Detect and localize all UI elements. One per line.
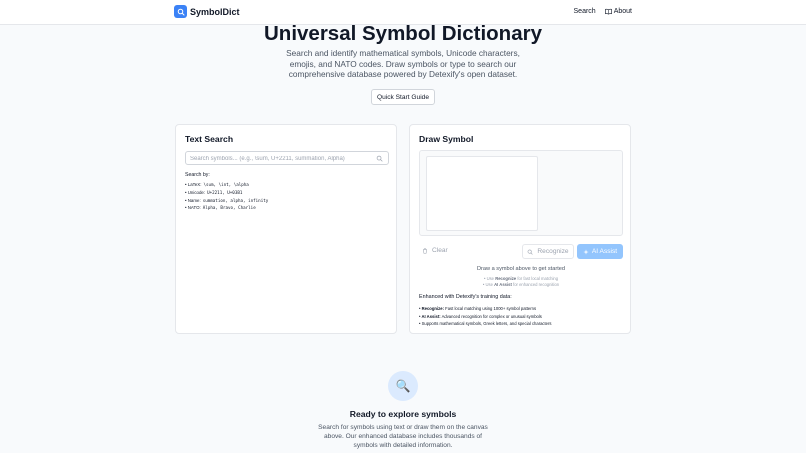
enhanced-list: • Recognize: Fast local matching using 1… (419, 305, 552, 328)
ai-assist-button[interactable]: AI Assist (577, 244, 623, 259)
search-icon[interactable] (376, 155, 383, 162)
page-title: Universal Symbol Dictionary (264, 22, 542, 45)
enhanced-item: • AI Assist: Advanced recognition for co… (419, 313, 542, 319)
quick-start-guide-button[interactable]: Quick Start Guide (371, 89, 435, 105)
nav-links: Search About (574, 8, 632, 15)
book-icon (604, 8, 612, 15)
draw-hint-title: Draw a symbol above to get started (477, 266, 565, 272)
search-by-item: • NATO: Alpha, Bravo, Charlie (185, 205, 256, 211)
recognize-button[interactable]: Recognize (522, 244, 574, 259)
empty-state-title: Ready to explore symbols (349, 409, 457, 419)
search-input[interactable] (190, 153, 370, 164)
page-subtitle: Search and identify mathematical symbols… (286, 48, 520, 80)
sparkle-icon (583, 248, 589, 255)
nav-about-label: About (613, 8, 632, 15)
search-by-item: • Name: summation, alpha, infinity (185, 197, 269, 203)
search-by-list: • LaTeX: \sum, \int, \alpha • Unicode: U+2… (185, 181, 268, 212)
logo-search-icon (174, 5, 187, 18)
canvas-container (419, 150, 623, 236)
search-by-label: Search by: (185, 172, 210, 178)
draw-symbol-card: Draw Symbol Clear Recognize AI Assist Dr… (409, 124, 631, 334)
search-by-item: • Unicode: U+2211, U+03B1 (185, 189, 243, 195)
draw-hint-lines: • Use Recognize for fast local matching … (410, 276, 632, 287)
enhanced-item: • Recognize: Fast local matching using 1… (419, 306, 537, 311)
search-icon (528, 249, 533, 255)
enhanced-title: Enhanced with Detexify's training data: (419, 294, 512, 300)
trash-icon (423, 247, 427, 254)
search-by-item: • LaTeX: \sum, \int, \alpha (185, 182, 249, 187)
clear-button[interactable]: Clear (422, 247, 448, 254)
nav-about-link[interactable]: About (604, 8, 632, 15)
clear-label: Clear (432, 247, 448, 254)
text-search-card: Text Search Search by: • LaTeX:\sum, \in… (175, 124, 397, 334)
brand-logo[interactable]: SymbolDict (174, 5, 240, 18)
nav-search-link[interactable]: Search (574, 8, 596, 15)
empty-state-description: Search for symbols using text or draw th… (318, 424, 488, 450)
draw-symbol-title: Draw Symbol (419, 134, 474, 144)
recognize-label: Recognize (537, 248, 569, 255)
search-field[interactable] (185, 151, 389, 165)
drawing-canvas[interactable] (426, 156, 538, 231)
brand-name: SymbolDict (190, 6, 240, 17)
draw-hint-line: • Use AI Assist for enhanced recognition (482, 281, 560, 287)
magnifier-icon: 🔍 (388, 371, 418, 401)
text-search-title: Text Search (185, 134, 234, 144)
ai-assist-label: AI Assist (591, 248, 618, 255)
enhanced-item: • Supports mathematical symbols, Greek l… (419, 321, 552, 327)
